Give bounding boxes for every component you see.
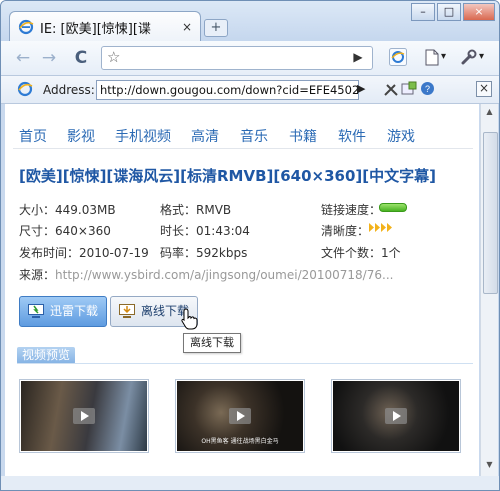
address-input[interactable]: http://down.gougou.com/down?cid=EFE45024… <box>96 80 359 100</box>
preview-thumbnail-1[interactable] <box>19 379 149 453</box>
scroll-up-arrow-icon[interactable]: ▲ <box>483 107 496 120</box>
play-icon[interactable] <box>73 408 95 424</box>
nav-hd[interactable]: 高清 <box>191 126 219 146</box>
info-bitrate: 码率：592kbps <box>160 246 248 260</box>
wrench-icon[interactable] <box>461 49 477 65</box>
offline-download-icon <box>119 304 135 318</box>
source-link[interactable]: http://www.ysbird.com/a/jingsong/oumei/2… <box>55 268 393 282</box>
omnibox[interactable]: ☆ <box>101 46 373 70</box>
scroll-down-arrow-icon[interactable]: ▼ <box>483 460 496 473</box>
nav-games[interactable]: 游戏 <box>387 126 415 146</box>
ie-bar-close-button[interactable]: × <box>476 81 492 97</box>
thunder-icon <box>28 304 44 318</box>
tools-menu-chevron-icon[interactable]: ▾ <box>479 51 484 62</box>
minimize-button[interactable]: – <box>411 3 435 21</box>
compat-icon[interactable] <box>401 81 417 97</box>
page-title: [欧美][惊悚][谍海风云][标清RMVB][640×360][中文字幕] <box>19 167 436 185</box>
forward-icon[interactable]: → <box>37 46 61 70</box>
page-content: 首页 影视 手机视频 高清 音乐 书籍 软件 游戏 [欧美][惊悚][谍海风云]… <box>5 104 479 476</box>
info-file-count: 文件个数：1个 <box>321 246 401 260</box>
info-speed-label: 链接速度： <box>321 203 382 217</box>
nav-books[interactable]: 书籍 <box>289 126 317 146</box>
ie-mode-icon[interactable] <box>389 48 407 66</box>
maximize-button[interactable]: □ <box>437 3 461 21</box>
close-window-button[interactable]: × <box>463 3 495 21</box>
nav-film[interactable]: 影视 <box>67 126 95 146</box>
preview-thumbnail-2[interactable]: OH黑鱼客 通往战场黑白金马 <box>175 379 305 453</box>
nav-home[interactable]: 首页 <box>19 126 47 146</box>
source-label: 来源： <box>19 268 56 282</box>
info-duration: 时长：01:43:04 <box>160 224 250 238</box>
preview-section-label: 视频预览 <box>17 347 76 364</box>
svg-text:?: ? <box>425 84 430 94</box>
tab-active[interactable]: IE: [欧美][惊悚][谍 × <box>9 11 201 42</box>
play-icon[interactable] <box>229 408 251 424</box>
status-bar <box>1 476 499 490</box>
site-nav: 首页 影视 手机视频 高清 音乐 书籍 软件 游戏 <box>5 104 479 152</box>
preview-divider <box>17 363 473 364</box>
cursor-hand-icon <box>181 308 198 330</box>
thunder-download-label: 迅雷下载 <box>50 304 99 318</box>
ie-icon <box>18 19 34 35</box>
ie-icon <box>17 81 33 97</box>
title-bar: IE: [欧美][惊悚][谍 × + – □ × <box>1 1 499 42</box>
tab-title: IE: [欧美][惊悚][谍 <box>40 22 151 37</box>
address-go-button[interactable]: ▶ <box>357 82 365 95</box>
go-button[interactable]: ▶ <box>346 46 370 68</box>
ie-tab-bar: Address: http://down.gougou.com/down?cid… <box>1 76 499 104</box>
vertical-scrollbar[interactable]: ▲ ▼ <box>480 104 498 476</box>
nav-music[interactable]: 音乐 <box>240 126 268 146</box>
nav-mobile-video[interactable]: 手机视频 <box>115 126 171 146</box>
tooltip: 离线下载 <box>183 333 241 353</box>
info-published: 发布时间：2010-07-19 <box>19 246 149 260</box>
page-icon[interactable] <box>425 49 439 66</box>
scroll-thumb[interactable] <box>483 132 498 294</box>
info-dimensions: 尺寸：640×360 <box>19 224 111 238</box>
info-clarity-label: 清晰度： <box>321 224 370 238</box>
reload-icon[interactable]: C <box>69 46 93 70</box>
tools-icon[interactable] <box>383 81 399 97</box>
new-tab-button[interactable]: + <box>204 19 228 37</box>
tab-close-icon[interactable]: × <box>182 20 192 34</box>
info-size: 大小：449.03MB <box>19 203 116 217</box>
browser-toolbar: ← → C ☆ ▶ ▾ ▾ <box>1 41 499 76</box>
info-format: 格式：RMVB <box>160 203 232 217</box>
nav-software[interactable]: 软件 <box>338 126 366 146</box>
clarity-indicator <box>369 223 392 232</box>
speed-indicator <box>379 203 407 212</box>
thunder-download-button[interactable]: 迅雷下载 <box>19 296 107 327</box>
play-icon[interactable] <box>385 408 407 424</box>
browser-window: IE: [欧美][惊悚][谍 × + – □ × ← → C ☆ ▶ ▾ ▾ A… <box>0 0 500 491</box>
star-icon[interactable]: ☆ <box>107 48 120 66</box>
nav-divider <box>13 148 473 149</box>
address-label: Address: <box>43 83 95 97</box>
back-icon[interactable]: ← <box>11 46 35 70</box>
page-menu-chevron-icon[interactable]: ▾ <box>441 51 446 62</box>
preview-subtitle: OH黑鱼客 通往战场黑白金马 <box>201 438 279 445</box>
info-source: 来源：http://www.ysbird.com/a/jingsong/oume… <box>19 266 469 283</box>
preview-thumbnail-3[interactable] <box>331 379 461 453</box>
help-icon[interactable]: ? <box>420 81 435 96</box>
